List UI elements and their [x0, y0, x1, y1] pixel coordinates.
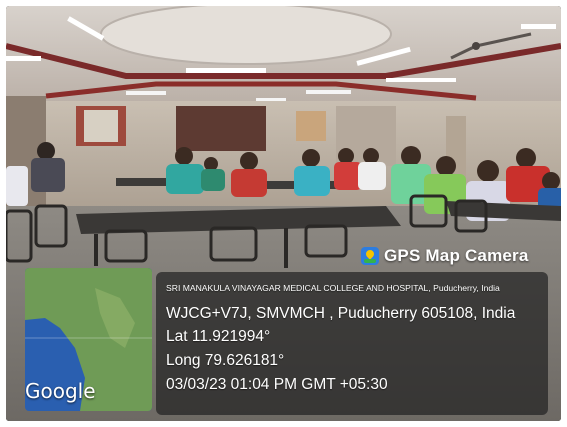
- gps-map-camera-icon: [361, 247, 379, 265]
- google-logo: Google: [25, 379, 96, 403]
- gps-map-camera-badge: GPS Map Camera: [361, 244, 551, 268]
- location-info-panel: SRI MANAKULA VINAYAGAR MEDICAL COLLEGE A…: [156, 272, 548, 415]
- photo-frame: Google GPS Map Camera SRI MANAKULA VINAY…: [6, 6, 561, 421]
- address-line: WJCG+V7J, SMVMCH , Puducherry 605108, In…: [166, 305, 516, 322]
- longitude-line: Long 79.626181°: [166, 352, 285, 369]
- timestamp-line: 03/03/23 01:04 PM GMT +05:30: [166, 376, 388, 393]
- map-thumbnail: Google: [25, 268, 152, 411]
- location-name: SRI MANAKULA VINAYAGAR MEDICAL COLLEGE A…: [166, 283, 500, 293]
- latitude-line: Lat 11.921994°: [166, 328, 271, 345]
- app-badge-label: GPS Map Camera: [384, 246, 529, 265]
